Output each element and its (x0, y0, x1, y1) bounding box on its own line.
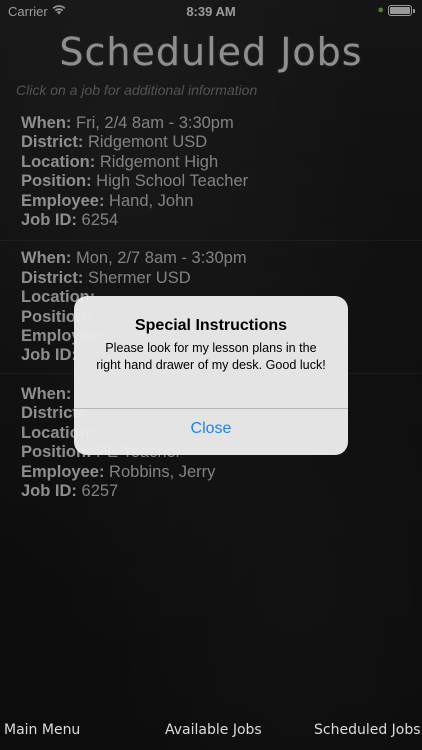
alert-message: Please look for my lesson plans in the r… (96, 341, 326, 372)
bottom-nav: Main Menu Available Jobs Scheduled Jobs (0, 722, 422, 744)
tab-available-jobs[interactable]: Available Jobs (165, 722, 262, 738)
special-instructions-alert: Special Instructions Please look for my … (74, 296, 348, 455)
alert-title: Special Instructions (134, 317, 288, 334)
tab-main-menu[interactable]: Main Menu (4, 722, 80, 738)
tab-scheduled-jobs[interactable]: Scheduled Jobs (314, 722, 421, 738)
close-button[interactable]: Close (74, 409, 348, 455)
